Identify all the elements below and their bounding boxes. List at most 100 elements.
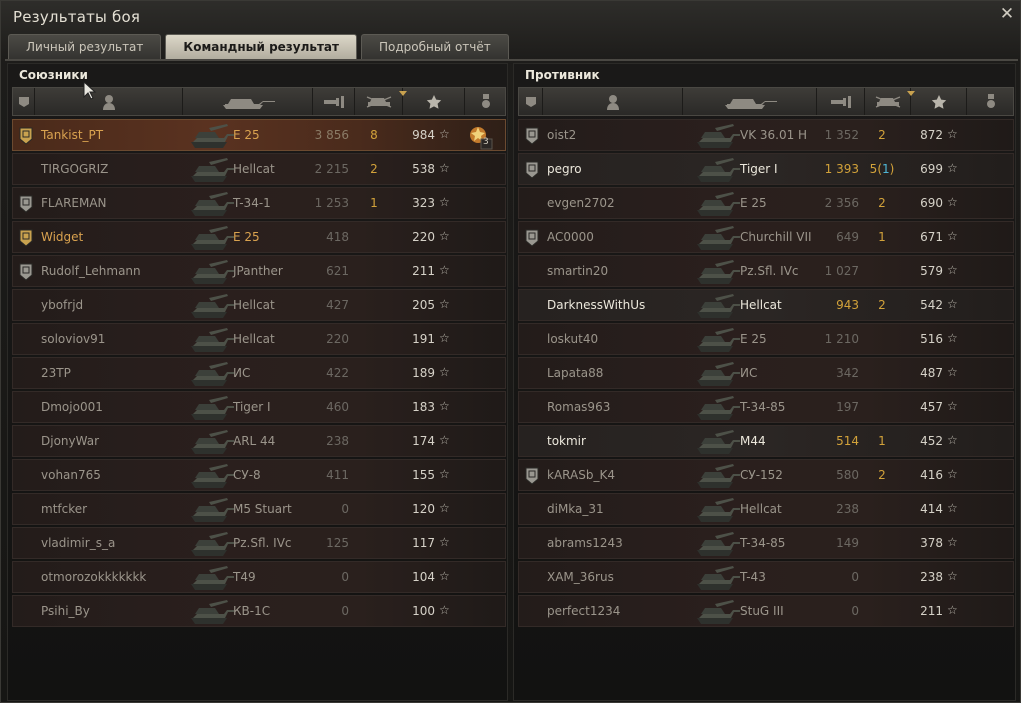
- table-row[interactable]: smartin20 Pz.Sfl. IVc 1 027 579 ☆: [518, 255, 1014, 287]
- tab-team-result[interactable]: Командный результат: [165, 34, 357, 59]
- close-icon[interactable]: ✕: [999, 6, 1015, 23]
- table-row[interactable]: TIRGOGRIZ Hellcat 2 215 2 538 ☆: [12, 153, 506, 185]
- player-name: AC0000: [547, 230, 594, 244]
- tank-icon: [695, 496, 741, 528]
- xp-star-icon: ☆: [439, 365, 450, 379]
- table-row[interactable]: Rudolf_Lehmann JPanther 621 211 ☆: [12, 255, 506, 287]
- player-column-icon[interactable]: [35, 88, 183, 115]
- table-row[interactable]: XAM_36rus T-43 0 238 ☆: [518, 561, 1014, 593]
- vehicle-name: JPanther: [233, 264, 283, 278]
- vehicle-name: Hellcat: [740, 298, 782, 312]
- battle-results-window: Результаты боя ✕ Личный результат Команд…: [0, 0, 1021, 703]
- xp-value: 542: [920, 298, 943, 312]
- table-row[interactable]: soloviov91 Hellcat 220 191 ☆: [12, 323, 506, 355]
- xp-column-icon[interactable]: [911, 88, 967, 115]
- tank-icon: [695, 360, 741, 392]
- tank-icon: [189, 190, 235, 222]
- table-row[interactable]: 23TP ИС 422 189 ☆: [12, 357, 506, 389]
- player-name: Dmojo001: [41, 400, 103, 414]
- damage-column-icon[interactable]: [313, 88, 355, 115]
- xp-value: 155: [412, 468, 435, 482]
- table-row[interactable]: vladimir_s_a Pz.Sfl. IVc 125 117 ☆: [12, 527, 506, 559]
- xp-star-icon: ☆: [439, 161, 450, 175]
- damage-value: 1 393: [824, 162, 859, 176]
- vehicle-name: КВ-1С: [233, 604, 271, 618]
- table-row[interactable]: FLAREMAN T-34-1 1 253 1 323 ☆: [12, 187, 506, 219]
- damage-value: 418: [326, 230, 349, 244]
- table-row[interactable]: diMka_31 Hellcat 238 414 ☆: [518, 493, 1014, 525]
- mouse-cursor-icon: [83, 81, 97, 100]
- damage-column-icon[interactable]: [817, 88, 865, 115]
- player-name: Romas963: [547, 400, 611, 414]
- tank-icon: [189, 292, 235, 324]
- tank-icon: [189, 428, 235, 460]
- xp-star-icon: ☆: [439, 399, 450, 413]
- table-row[interactable]: AC0000 Churchill VII 649 1 671 ☆: [518, 221, 1014, 253]
- table-row[interactable]: Tankist_PT E 25 3 856 8 984 ☆ 3: [12, 119, 506, 151]
- kills-column-icon[interactable]: [355, 88, 407, 115]
- table-row[interactable]: oist2 VK 36.01 H 1 352 2 872 ☆: [518, 119, 1014, 151]
- table-row[interactable]: Widget E 25 418 220 ☆: [12, 221, 506, 253]
- player-name: FLAREMAN: [41, 196, 107, 210]
- vehicle-column-icon[interactable]: [683, 88, 817, 115]
- table-row[interactable]: otmorozokkkkkkk T49 0 104 ☆: [12, 561, 506, 593]
- vehicle-name: M44: [740, 434, 766, 448]
- medal-column-icon[interactable]: [465, 88, 507, 115]
- player-name: mtfcker: [41, 502, 88, 516]
- table-row[interactable]: DjonyWar ARL 44 238 174 ☆: [12, 425, 506, 457]
- damage-value: 649: [836, 230, 859, 244]
- xp-star-icon: ☆: [947, 535, 958, 549]
- table-row[interactable]: Lapata88 ИС 342 487 ☆: [518, 357, 1014, 389]
- rank-column-icon[interactable]: [519, 88, 543, 115]
- xp-star-icon: ☆: [947, 229, 958, 243]
- table-row[interactable]: ybofrjd Hellcat 427 205 ☆: [12, 289, 506, 321]
- player-column-icon[interactable]: [543, 88, 683, 115]
- damage-value: 621: [326, 264, 349, 278]
- vehicle-name: Pz.Sfl. IVc: [740, 264, 799, 278]
- rank-badge-icon: [525, 467, 539, 489]
- tank-icon: [695, 598, 741, 630]
- tab-detailed-report[interactable]: Подробный отчёт: [360, 34, 509, 59]
- enemies-title: Противник: [525, 68, 600, 82]
- table-row[interactable]: mtfcker M5 Stuart 0 120 ☆: [12, 493, 506, 525]
- damage-value: 411: [326, 468, 349, 482]
- medal-column-icon[interactable]: [967, 88, 1015, 115]
- table-row[interactable]: loskut40 E 25 1 210 516 ☆: [518, 323, 1014, 355]
- achievement-medal-icon[interactable]: 3: [467, 124, 493, 154]
- tab-bar: Личный результат Командный результат Под…: [8, 34, 509, 59]
- vehicle-column-icon[interactable]: [183, 88, 313, 115]
- kills-value: 2: [878, 298, 886, 312]
- table-row[interactable]: perfect1234 StuG III 0 211 ☆: [518, 595, 1014, 627]
- vehicle-name: E 25: [740, 196, 767, 210]
- rank-column-icon[interactable]: [13, 88, 35, 115]
- vehicle-name: ИС: [233, 366, 251, 380]
- allies-list: Tankist_PT E 25 3 856 8 984 ☆ 3 TIRGOGRIZ Hellca…: [12, 119, 506, 629]
- table-row[interactable]: abrams1243 T-34-85 149 378 ☆: [518, 527, 1014, 559]
- table-row[interactable]: DarknessWithUs Hellcat 943 2 542 ☆: [518, 289, 1014, 321]
- tab-personal-result[interactable]: Личный результат: [8, 34, 162, 59]
- table-row[interactable]: pegro Tiger I 1 393 5(1) 699 ☆: [518, 153, 1014, 185]
- table-row[interactable]: Psihi_By КВ-1С 0 100 ☆: [12, 595, 506, 627]
- player-name: DjonyWar: [41, 434, 100, 448]
- kills-column-icon[interactable]: [865, 88, 915, 115]
- xp-star-icon: ☆: [947, 297, 958, 311]
- vehicle-name: E 25: [233, 128, 260, 142]
- vehicle-name: T-34-1: [233, 196, 271, 210]
- enemies-panel: Противник oist2 VK 36.01 H 1 352 2 872 ☆…: [513, 63, 1016, 701]
- tank-icon: [695, 394, 741, 426]
- vehicle-name: T-34-85: [740, 536, 786, 550]
- xp-column-icon[interactable]: [403, 88, 465, 115]
- rank-badge-icon: [19, 229, 33, 251]
- tank-icon: [695, 122, 741, 154]
- table-row[interactable]: Romas963 T-34-85 197 457 ☆: [518, 391, 1014, 423]
- player-name: Tankist_PT: [41, 128, 104, 142]
- table-row[interactable]: evgen2702 E 25 2 356 2 690 ☆: [518, 187, 1014, 219]
- table-row[interactable]: Dmojo001 Tiger I 460 183 ☆: [12, 391, 506, 423]
- table-row[interactable]: tokmir M44 514 1 452 ☆: [518, 425, 1014, 457]
- damage-value: 1 253: [314, 196, 349, 210]
- damage-value: 0: [851, 604, 859, 618]
- table-row[interactable]: kARASb_K4 СУ-152 580 2 416 ☆: [518, 459, 1014, 491]
- damage-value: 580: [836, 468, 859, 482]
- xp-star-icon: ☆: [439, 603, 450, 617]
- table-row[interactable]: vohan765 СУ-8 411 155 ☆: [12, 459, 506, 491]
